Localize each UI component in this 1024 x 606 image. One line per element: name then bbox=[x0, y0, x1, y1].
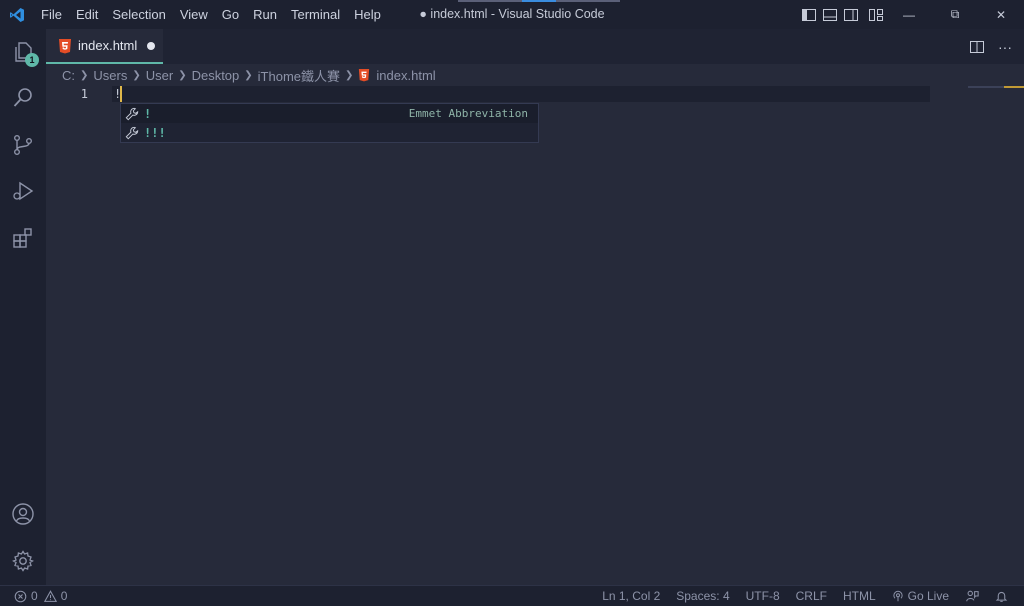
minimize-button[interactable]: — bbox=[886, 0, 932, 29]
manage-gear-icon[interactable] bbox=[0, 538, 46, 584]
status-bar: 0 0 Ln 1, Col 2 Spaces: 4 UTF-8 CRLF HTM… bbox=[0, 585, 1024, 606]
menu-view[interactable]: View bbox=[173, 0, 215, 29]
modified-dot-icon[interactable] bbox=[147, 41, 156, 50]
breadcrumb-item[interactable]: User bbox=[146, 68, 173, 83]
toggle-primary-sidebar-icon[interactable] bbox=[798, 0, 819, 29]
chevron-right-icon: ❯ bbox=[178, 69, 187, 81]
vscode-logo-icon bbox=[0, 0, 34, 29]
encoding[interactable]: UTF-8 bbox=[746, 589, 780, 603]
search-icon[interactable] bbox=[0, 75, 46, 121]
notifications-bell-icon[interactable] bbox=[995, 590, 1008, 603]
tab-index-html[interactable]: index.html bbox=[46, 29, 163, 64]
restore-button[interactable]: ⧉ bbox=[932, 0, 978, 29]
menu-terminal[interactable]: Terminal bbox=[284, 0, 347, 29]
explorer-icon[interactable]: 1 bbox=[0, 29, 46, 75]
toggle-panel-icon[interactable] bbox=[819, 0, 840, 29]
chevron-right-icon: ❯ bbox=[80, 69, 89, 81]
line-number: 1 bbox=[80, 87, 88, 101]
feedback-icon[interactable] bbox=[965, 589, 979, 603]
cursor-position[interactable]: Ln 1, Col 2 bbox=[602, 589, 660, 603]
html5-icon bbox=[59, 38, 71, 53]
warning-icon bbox=[43, 589, 57, 602]
current-line-highlight bbox=[112, 86, 930, 102]
split-editor-icon[interactable] bbox=[966, 36, 988, 58]
accounts-icon[interactable] bbox=[0, 491, 46, 537]
error-icon bbox=[14, 590, 27, 602]
menu-selection[interactable]: Selection bbox=[105, 0, 172, 29]
suggestion-label: ! bbox=[144, 106, 152, 121]
end-of-line[interactable]: CRLF bbox=[796, 589, 827, 603]
wrench-icon bbox=[124, 106, 140, 122]
breadcrumb-item[interactable]: Users bbox=[93, 68, 127, 83]
chevron-right-icon: ❯ bbox=[244, 69, 253, 81]
breadcrumb-item[interactable]: iThome鐵人賽 bbox=[258, 66, 340, 85]
menu-run[interactable]: Run bbox=[246, 0, 284, 29]
breadcrumb: C: ❯ Users ❯ User ❯ Desktop ❯ iThome鐵人賽 … bbox=[46, 64, 1024, 86]
broadcast-icon bbox=[893, 590, 903, 602]
extensions-icon[interactable] bbox=[0, 215, 46, 261]
breadcrumb-item[interactable]: C: bbox=[62, 68, 75, 83]
problems-indicator[interactable]: 0 0 bbox=[14, 586, 67, 606]
source-control-icon[interactable] bbox=[0, 122, 46, 168]
suggestion-detail: Emmet Abbreviation bbox=[408, 107, 528, 120]
title-bar-accent bbox=[458, 0, 620, 2]
indentation[interactable]: Spaces: 4 bbox=[676, 589, 729, 603]
suggestion-item[interactable]: !!! bbox=[121, 123, 538, 142]
suggestion-item[interactable]: ! Emmet Abbreviation bbox=[121, 104, 538, 123]
customize-layout-icon[interactable] bbox=[865, 0, 886, 29]
go-live-button[interactable]: Go Live bbox=[892, 589, 949, 603]
explorer-badge: 1 bbox=[25, 53, 39, 67]
menu-bar: File Edit Selection View Go Run Terminal… bbox=[34, 0, 388, 29]
menu-file[interactable]: File bbox=[34, 0, 69, 29]
text-cursor bbox=[120, 86, 122, 102]
breadcrumb-item[interactable]: Desktop bbox=[192, 68, 240, 83]
title-bar: File Edit Selection View Go Run Terminal… bbox=[0, 0, 1024, 29]
language-mode[interactable]: HTML bbox=[843, 589, 876, 603]
menu-go[interactable]: Go bbox=[215, 0, 246, 29]
html5-icon bbox=[359, 69, 370, 82]
warning-count: 0 bbox=[60, 589, 68, 603]
run-and-debug-icon[interactable] bbox=[0, 168, 46, 214]
suggestion-label: !!! bbox=[144, 125, 166, 140]
editor-area[interactable]: 1 ! bbox=[46, 86, 1024, 585]
editor-tabs: index.html ··· bbox=[46, 29, 1024, 64]
go-live-label: Go Live bbox=[907, 589, 949, 603]
menu-help[interactable]: Help bbox=[347, 0, 388, 29]
menu-edit[interactable]: Edit bbox=[69, 0, 105, 29]
breadcrumb-item[interactable]: index.html bbox=[376, 68, 435, 83]
wrench-icon bbox=[124, 125, 140, 141]
window-title: ● index.html - Visual Studio Code bbox=[419, 7, 605, 21]
activity-bar: 1 bbox=[0, 29, 46, 585]
overview-ruler[interactable] bbox=[968, 86, 1024, 88]
chevron-right-icon: ❯ bbox=[132, 69, 141, 81]
chevron-right-icon: ❯ bbox=[345, 69, 354, 81]
suggestion-widget: ! Emmet Abbreviation !!! bbox=[120, 103, 539, 143]
error-count: 0 bbox=[31, 589, 38, 603]
tab-label: index.html bbox=[78, 38, 138, 53]
more-actions-icon[interactable]: ··· bbox=[994, 36, 1016, 58]
toggle-secondary-sidebar-icon[interactable] bbox=[840, 0, 861, 29]
close-button[interactable]: ✕ bbox=[978, 0, 1024, 29]
